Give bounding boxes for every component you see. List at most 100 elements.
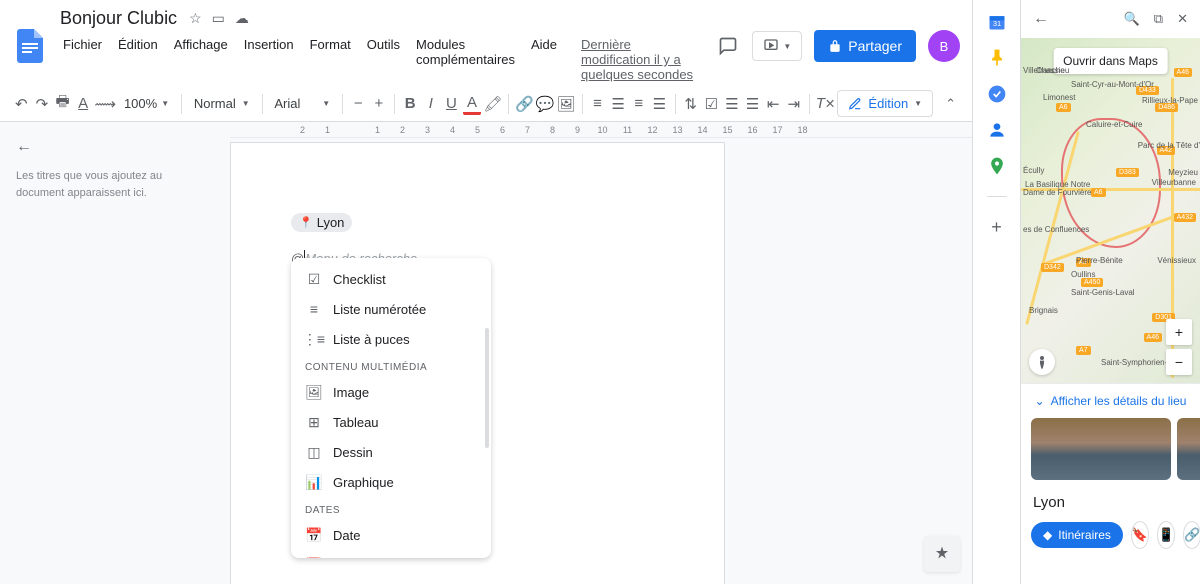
road-tag: A46 <box>1144 333 1162 342</box>
checklist-button[interactable]: ☑ <box>702 91 721 117</box>
dd-numbered-list[interactable]: ≡ Liste numérotée <box>291 294 491 324</box>
open-external-icon[interactable]: ⧉ <box>1154 11 1163 27</box>
road-tag: D342 <box>1041 263 1064 272</box>
horizontal-ruler[interactable]: 2 1 1 2 3 4 5 6 7 8 9 10 11 12 13 14 15 … <box>230 122 972 138</box>
italic-button[interactable]: I <box>421 91 440 117</box>
menu-help[interactable]: Aide <box>524 33 564 86</box>
directions-button[interactable]: ◆ Itinéraires <box>1031 522 1123 548</box>
tasks-icon[interactable] <box>987 84 1007 104</box>
photo-thumbnail[interactable] <box>1177 418 1200 480</box>
bullet-list-button[interactable]: ☰ <box>723 91 742 117</box>
share-label: Partager <box>848 38 902 54</box>
share-button[interactable]: Partager <box>814 30 916 62</box>
save-place-button[interactable]: 🔖 <box>1131 521 1149 549</box>
outline-empty-text: Les titres que vous ajoutez au document … <box>16 168 204 201</box>
cloud-icon[interactable]: ☁ <box>235 10 249 27</box>
comments-icon[interactable] <box>716 34 740 58</box>
print-button[interactable]: 🖶 <box>53 91 72 117</box>
menu-insert[interactable]: Insertion <box>237 33 301 86</box>
last-modified[interactable]: Dernière modification il y a quelques se… <box>574 33 708 86</box>
dd-drawing[interactable]: ◫ Dessin <box>291 437 491 467</box>
vertical-ruler[interactable] <box>220 142 230 584</box>
numbered-list-button[interactable]: ☰ <box>743 91 762 117</box>
move-icon[interactable]: ▭ <box>212 10 225 27</box>
comment-button[interactable]: 💬 <box>536 91 555 117</box>
dd-today[interactable]: 📅 Date du jour <box>291 550 491 558</box>
zoom-out-button[interactable]: − <box>1166 349 1192 375</box>
avatar[interactable]: B <box>928 30 960 62</box>
menu-file[interactable]: Fichier <box>56 33 109 86</box>
dd-date[interactable]: 📅 Date <box>291 520 491 550</box>
line-spacing-button[interactable]: ⇅ <box>681 91 700 117</box>
collapse-toolbar-button[interactable]: ⌃ <box>941 92 960 116</box>
open-in-maps-button[interactable]: Ouvrir dans Maps <box>1053 48 1168 74</box>
doc-title[interactable]: Bonjour Clubic <box>56 6 181 31</box>
redo-button[interactable]: ↷ <box>33 91 52 117</box>
outline-back-button[interactable]: ← <box>16 138 32 156</box>
send-to-phone-button[interactable]: 📱 <box>1157 521 1175 549</box>
menu-edit[interactable]: Édition <box>111 33 165 86</box>
dd-checklist[interactable]: ☑ Checklist <box>291 264 491 294</box>
highlight-button[interactable]: 🖍 <box>483 91 502 117</box>
maps-icon[interactable] <box>987 156 1007 176</box>
menu-addons[interactable]: Modules complémentaires <box>409 33 522 86</box>
map-view[interactable]: Ouvrir dans Maps A46 A42 A6 A7 D383 D433… <box>1021 38 1200 383</box>
clear-format-button[interactable]: T✕ <box>816 91 836 117</box>
road-tag: A432 <box>1174 213 1196 222</box>
dd-image[interactable]: 🖼 Image <box>291 377 491 407</box>
image-button[interactable]: 🖼 <box>556 91 575 117</box>
map-label: es de Confluences <box>1023 225 1089 234</box>
zoom-select[interactable]: 100%▼ <box>118 92 175 115</box>
zoom-in-button[interactable]: + <box>1166 319 1192 345</box>
font-select[interactable]: Arial▼ <box>268 92 336 115</box>
undo-button[interactable]: ↶ <box>12 91 31 117</box>
dd-chart[interactable]: 📊 Graphique <box>291 467 491 497</box>
align-justify-button[interactable]: ☰ <box>650 91 669 117</box>
style-select[interactable]: Normal▼ <box>188 92 256 115</box>
indent-increase-button[interactable]: ⇥ <box>784 91 803 117</box>
document-page[interactable]: 📍 Lyon @ Menu de recherche ☑ Checklist ≡ <box>230 142 725 584</box>
align-center-button[interactable]: ☰ <box>609 91 628 117</box>
calendar-icon: 📅 <box>305 556 323 558</box>
calendar-icon[interactable]: 31 <box>987 12 1007 32</box>
show-details-button[interactable]: ⌄ Afficher les détails du lieu <box>1021 383 1200 418</box>
map-label: Meyzieu <box>1168 168 1198 177</box>
indent-decrease-button[interactable]: ⇤ <box>764 91 783 117</box>
font-size-decrease[interactable]: − <box>349 91 368 117</box>
menu-view[interactable]: Affichage <box>167 33 235 86</box>
spellcheck-button[interactable]: A <box>74 91 93 117</box>
dropdown-scrollbar[interactable] <box>485 328 489 448</box>
dd-table[interactable]: ⊞ Tableau <box>291 407 491 437</box>
paint-format-button[interactable]: ⟿ <box>94 91 116 117</box>
align-left-button[interactable]: ≡ <box>588 91 607 117</box>
maps-back-button[interactable]: ← <box>1033 10 1049 28</box>
road-tag: A6 <box>1056 103 1071 112</box>
close-icon[interactable]: ✕ <box>1177 11 1188 27</box>
text-color-button[interactable]: A <box>463 93 482 115</box>
align-right-button[interactable]: ≡ <box>629 91 648 117</box>
search-icon[interactable]: 🔍 <box>1124 11 1140 27</box>
link-button[interactable]: 🔗 <box>515 91 534 117</box>
underline-button[interactable]: U <box>442 91 461 117</box>
dd-bullet-list[interactable]: ⋮≡ Liste à puces <box>291 324 491 354</box>
explore-button[interactable] <box>924 536 960 572</box>
mode-button[interactable]: Édition ▼ <box>837 90 933 117</box>
contacts-icon[interactable] <box>987 120 1007 140</box>
keep-icon[interactable] <box>987 48 1007 68</box>
place-chip[interactable]: 📍 Lyon <box>291 213 352 232</box>
menu-tools[interactable]: Outils <box>360 33 407 86</box>
map-label: Oullins <box>1071 270 1095 279</box>
map-label: Saint-Genis-Laval <box>1071 288 1135 297</box>
map-label: Villeurbanne <box>1152 178 1196 187</box>
present-button[interactable]: ▼ <box>752 31 802 61</box>
menu-format[interactable]: Format <box>303 33 358 86</box>
font-size-increase[interactable]: + <box>370 91 389 117</box>
calendar-icon: 📅 <box>305 526 323 544</box>
docs-logo[interactable] <box>12 28 48 64</box>
pegman-button[interactable] <box>1029 349 1055 375</box>
bold-button[interactable]: B <box>401 91 420 117</box>
add-addon-icon[interactable]: + <box>987 217 1007 237</box>
star-icon[interactable]: ☆ <box>189 10 202 27</box>
share-place-button[interactable]: 🔗 <box>1183 521 1200 549</box>
photo-thumbnail[interactable] <box>1031 418 1171 480</box>
